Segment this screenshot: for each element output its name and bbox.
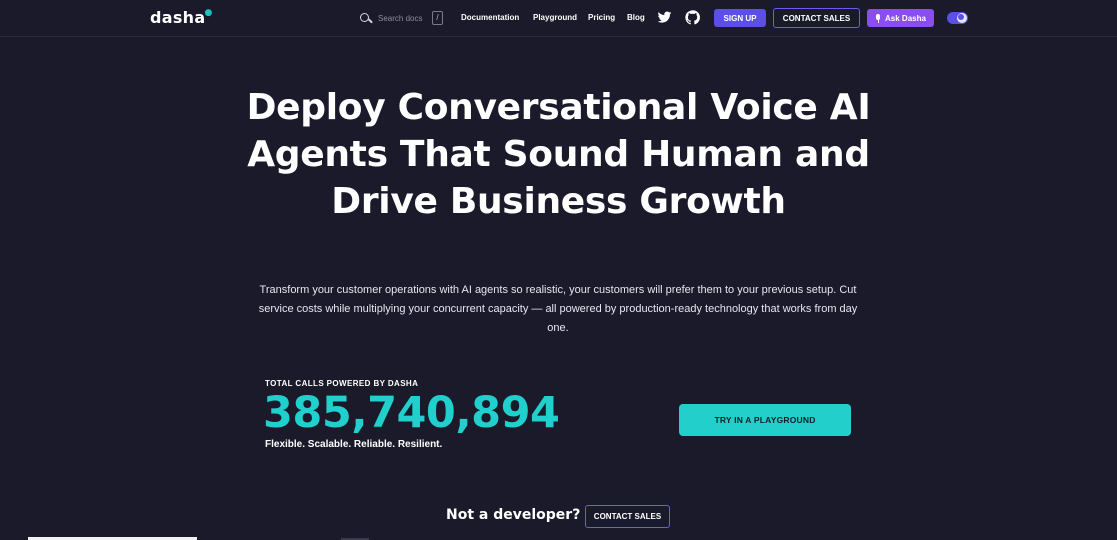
moon-icon <box>957 13 967 23</box>
try-in-playground-button[interactable]: TRY IN A PLAYGROUND <box>679 404 851 436</box>
theme-toggle[interactable] <box>947 12 968 24</box>
microphone-icon <box>875 13 881 23</box>
search-placeholder: Search docs <box>378 13 423 23</box>
nav-link-pricing[interactable]: Pricing <box>588 13 615 22</box>
ask-dasha-button[interactable]: Ask Dasha <box>867 9 934 27</box>
contact-sales-button[interactable]: CONTACT SALES <box>773 8 860 28</box>
ask-dasha-label: Ask Dasha <box>885 13 926 23</box>
page: dasha● Search docs / Documentation Playg… <box>0 0 1117 540</box>
github-icon[interactable] <box>685 10 700 25</box>
search-shortcut-key: / <box>432 11 443 25</box>
nav-link-blog[interactable]: Blog <box>627 13 645 22</box>
nav-link-documentation[interactable]: Documentation <box>461 13 519 22</box>
stats-tagline: Flexible. Scalable. Reliable. Resilient. <box>265 439 443 450</box>
hero-subtitle: Transform your customer operations with … <box>258 284 858 334</box>
logo-dot-icon: ● <box>204 8 213 18</box>
nav-link-playground[interactable]: Playground <box>533 13 577 22</box>
sign-up-button[interactable]: SIGN UP <box>714 9 766 27</box>
total-calls-counter: 385,740,894 <box>263 388 560 438</box>
search-docs[interactable]: Search docs / <box>359 10 443 26</box>
top-navigation-bar: dasha● Search docs / Documentation Playg… <box>0 0 1117 37</box>
twitter-icon[interactable] <box>657 10 672 25</box>
hero-title: Deploy Conversational Voice AI Agents Th… <box>246 87 871 222</box>
logo-text: dasha <box>150 8 206 27</box>
search-icon <box>359 12 372 25</box>
contact-sales-bottom-button[interactable]: CONTACT SALES <box>585 505 670 528</box>
dasha-logo[interactable]: dasha● <box>150 8 214 27</box>
not-a-developer-heading: Not a developer? <box>446 507 581 523</box>
